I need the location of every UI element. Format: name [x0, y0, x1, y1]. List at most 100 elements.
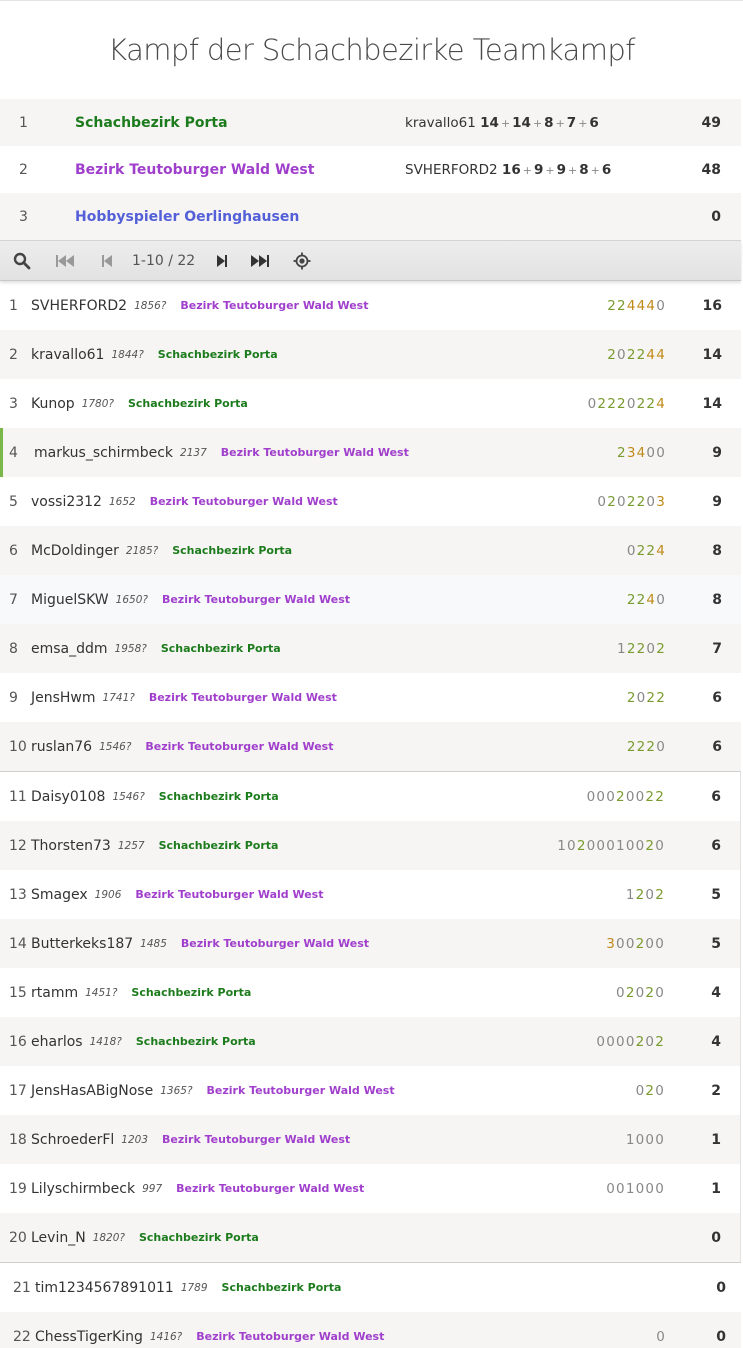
- player-row[interactable]: 17 JensHasABigNose 1365? Bezirk Teutoburger…: [0, 1066, 740, 1115]
- player-name[interactable]: emsa_ddm: [31, 641, 108, 657]
- player-name[interactable]: JensHasABigNose: [31, 1083, 153, 1099]
- top-score: 14: [480, 114, 499, 131]
- plus-sign: +: [532, 116, 543, 130]
- player-team[interactable]: Schachbezirk Porta: [131, 986, 251, 999]
- player-row[interactable]: 10 ruslan76 1546? Bezirk Teutoburger Wald W…: [0, 722, 741, 771]
- locate-me-button[interactable]: [281, 240, 323, 281]
- team-row[interactable]: 1 Schachbezirk Porta kravallo61 14 +14 +8 +7 +…: [0, 99, 741, 146]
- search-button[interactable]: [0, 240, 44, 281]
- player-row[interactable]: 5 vossi2312 1652 Bezirk Teutoburger Wald We…: [0, 477, 741, 526]
- player-team[interactable]: Bezirk Teutoburger Wald West: [176, 1182, 364, 1195]
- player-row[interactable]: 1 SVHERFORD2 1856? Bezirk Teutoburger Wald …: [0, 281, 741, 330]
- player-team[interactable]: Schachbezirk Porta: [159, 790, 279, 803]
- player-row[interactable]: 3 Kunop 1780? Schachbezirk Porta 02220224 14: [0, 379, 741, 428]
- player-team[interactable]: Bezirk Teutoburger Wald West: [150, 495, 338, 508]
- player-name[interactable]: markus_schirmbeck: [34, 445, 173, 461]
- player-team[interactable]: Schachbezirk Porta: [128, 397, 248, 410]
- player-row[interactable]: 11 Daisy0108 1546? Schachbezirk Porta 000200…: [0, 772, 740, 821]
- player-team[interactable]: Schachbezirk Porta: [136, 1035, 256, 1048]
- player-name[interactable]: Smagex: [31, 887, 88, 903]
- plus-sign: +: [522, 163, 532, 177]
- next-page-button[interactable]: [205, 240, 239, 281]
- sheet-digit: 0: [656, 591, 666, 608]
- last-page-button[interactable]: [239, 240, 281, 281]
- player-row[interactable]: 21 tim1234567891011 1789 Schachbezirk Porta…: [0, 1263, 741, 1312]
- player-name[interactable]: JensHwm: [31, 690, 96, 706]
- player-team[interactable]: Bezirk Teutoburger Wald West: [162, 1133, 350, 1146]
- player-row[interactable]: 8 emsa_ddm 1958? Schachbezirk Porta 12202 7: [0, 624, 741, 673]
- player-name[interactable]: SVHERFORD2: [31, 298, 127, 314]
- top-player-name[interactable]: kravallo61: [405, 115, 476, 131]
- sheet-digit: 0: [645, 1033, 656, 1050]
- player-name[interactable]: SchroederFl: [31, 1132, 114, 1148]
- player-row[interactable]: 22 ChessTigerKing 1416? Bezirk Teutoburger …: [0, 1312, 741, 1348]
- sheet-digit: 0: [656, 297, 666, 314]
- team-row[interactable]: 2 Bezirk Teutoburger Wald West SVHERFORD2 …: [0, 146, 741, 193]
- top-score: 7: [566, 114, 577, 131]
- player-row[interactable]: 18 SchroederFl 1203 Bezirk Teutoburger Wald…: [0, 1115, 740, 1164]
- player-row[interactable]: 20 Levin_N 1820? Schachbezirk Porta 0: [0, 1213, 740, 1262]
- player-team[interactable]: Bezirk Teutoburger Wald West: [196, 1330, 384, 1343]
- player-row[interactable]: 9 JensHwm 1741? Bezirk Teutoburger Wald Wes…: [0, 673, 741, 722]
- player-row[interactable]: 7 MiguelSKW 1650? Bezirk Teutoburger Wald W…: [0, 575, 741, 624]
- player-name[interactable]: Lilyschirmbeck: [31, 1181, 135, 1197]
- sheet-digit: 1: [557, 837, 568, 854]
- player-row[interactable]: 16 eharlos 1418? Schachbezirk Porta 0000202 4: [0, 1017, 740, 1066]
- player-name[interactable]: Daisy0108: [31, 789, 105, 805]
- player-name[interactable]: Thorsten73: [31, 838, 111, 854]
- player-team[interactable]: Bezirk Teutoburger Wald West: [207, 1084, 395, 1097]
- sheet-digit: 0: [626, 395, 637, 412]
- first-page-button[interactable]: [44, 240, 86, 281]
- player-team[interactable]: Bezirk Teutoburger Wald West: [181, 937, 369, 950]
- score-sheet: 0000202: [596, 1034, 665, 1050]
- player-rating: 1741?: [102, 691, 135, 704]
- team-name-link[interactable]: Bezirk Teutoburger Wald West: [75, 162, 405, 178]
- player-team[interactable]: Schachbezirk Porta: [161, 642, 281, 655]
- player-team[interactable]: Schachbezirk Porta: [158, 348, 278, 361]
- search-icon: [13, 252, 31, 269]
- player-name[interactable]: kravallo61: [31, 347, 104, 363]
- player-score: 6: [711, 837, 721, 854]
- team-row[interactable]: 3 Hobbyspieler Oerlinghausen 0: [0, 193, 741, 240]
- player-row[interactable]: 19 Lilyschirmbeck 997 Bezirk Teutoburger Wa…: [0, 1164, 740, 1213]
- player-row[interactable]: 6 McDoldinger 2185? Schachbezirk Porta 0224 8: [0, 526, 741, 575]
- player-team[interactable]: Bezirk Teutoburger Wald West: [180, 299, 368, 312]
- previous-page-button[interactable]: [86, 240, 128, 281]
- player-row[interactable]: 15 rtamm 1451? Schachbezirk Porta 02020 4: [0, 968, 740, 1017]
- player-name[interactable]: Butterkeks187: [31, 936, 133, 952]
- sheet-digit: 0: [645, 1131, 656, 1148]
- top-player-name[interactable]: SVHERFORD2: [405, 162, 498, 178]
- score-sheet: 1000: [626, 1132, 665, 1148]
- player-row[interactable]: 4 markus_schirmbeck 2137 Bezirk Teutoburger…: [0, 428, 741, 477]
- player-name[interactable]: ruslan76: [31, 739, 92, 755]
- player-name[interactable]: vossi2312: [31, 494, 102, 510]
- player-team[interactable]: Schachbezirk Porta: [159, 839, 279, 852]
- player-row[interactable]: 14 Butterkeks187 1485 Bezirk Teutoburger Wa…: [0, 919, 740, 968]
- player-team[interactable]: Bezirk Teutoburger Wald West: [221, 446, 409, 459]
- player-team[interactable]: Schachbezirk Porta: [139, 1231, 259, 1244]
- player-name[interactable]: eharlos: [31, 1034, 83, 1050]
- next-page-icon: [217, 254, 228, 267]
- player-name[interactable]: McDoldinger: [31, 543, 119, 559]
- player-score: 6: [712, 689, 722, 706]
- team-name-link[interactable]: Schachbezirk Porta: [75, 115, 405, 131]
- player-name[interactable]: Kunop: [31, 396, 75, 412]
- sheet-digit: 0: [645, 1180, 656, 1197]
- player-row[interactable]: 13 Smagex 1906 Bezirk Teutoburger Wald West…: [0, 870, 740, 919]
- team-name-link[interactable]: Hobbyspieler Oerlinghausen: [75, 209, 405, 225]
- player-name[interactable]: Levin_N: [31, 1230, 86, 1246]
- player-rating: 1820?: [92, 1231, 125, 1244]
- player-team[interactable]: Bezirk Teutoburger Wald West: [145, 740, 333, 753]
- player-name[interactable]: MiguelSKW: [31, 592, 109, 608]
- player-team[interactable]: Bezirk Teutoburger Wald West: [162, 593, 350, 606]
- sheet-digit: 3: [626, 444, 637, 461]
- player-team[interactable]: Bezirk Teutoburger Wald West: [149, 691, 337, 704]
- player-name[interactable]: ChessTigerKing: [35, 1329, 143, 1345]
- player-row[interactable]: 12 Thorsten73 1257 Schachbezirk Porta 102000…: [0, 821, 740, 870]
- player-name[interactable]: tim1234567891011: [35, 1280, 174, 1296]
- player-team[interactable]: Schachbezirk Porta: [222, 1281, 342, 1294]
- player-team[interactable]: Bezirk Teutoburger Wald West: [135, 888, 323, 901]
- player-name[interactable]: rtamm: [31, 985, 78, 1001]
- player-row[interactable]: 2 kravallo61 1844? Schachbezirk Porta 202244…: [0, 330, 741, 379]
- player-team[interactable]: Schachbezirk Porta: [172, 544, 292, 557]
